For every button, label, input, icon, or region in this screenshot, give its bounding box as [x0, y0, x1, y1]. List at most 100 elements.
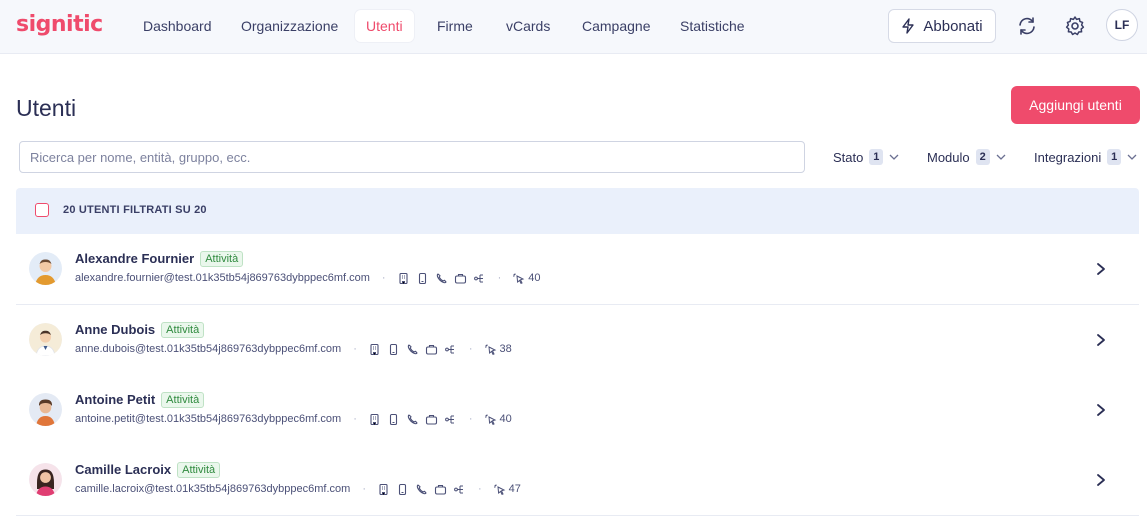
filter-stato[interactable]: Stato 1 — [833, 148, 899, 166]
users-table-header: 20 UTENTI FILTRATI SU 20 — [16, 188, 1139, 234]
briefcase-icon — [425, 414, 437, 425]
cursor-click-icon — [493, 484, 505, 495]
separator-dot: · — [468, 343, 473, 355]
filter-label: Integrazioni — [1034, 149, 1102, 165]
avatar — [29, 463, 62, 496]
separator-dot: · — [497, 272, 502, 284]
separator-dot: · — [468, 413, 473, 425]
chevron-right-icon[interactable] — [1094, 402, 1108, 418]
briefcase-icon — [454, 273, 466, 284]
click-count: 47 — [493, 483, 521, 496]
user-email: camille.lacroix@test.01k35tb54j869763dyb… — [75, 483, 351, 495]
user-row[interactable]: Antoine Petit Attività antoine.petit@test… — [16, 375, 1139, 446]
hierarchy-icon — [473, 274, 483, 282]
gear-icon — [1065, 16, 1085, 36]
user-meta: camille.lacroix@test.01k35tb54j869763dyb… — [75, 482, 521, 496]
chevron-right-icon[interactable] — [1094, 261, 1108, 277]
avatar — [29, 252, 62, 285]
hierarchy-icon — [444, 345, 454, 353]
status-badge: Attività — [200, 251, 244, 267]
briefcase-icon — [434, 484, 447, 495]
subscribe-button[interactable]: Abbonati — [888, 9, 996, 43]
filter-count-badge: 2 — [975, 149, 990, 165]
user-email: alexandre.fournier@test.01k35tb54j869763… — [75, 272, 370, 284]
subscribe-label: Abbonati — [923, 17, 983, 35]
user-name: Alexandre Fournier Attività — [75, 251, 244, 267]
nav-organizzazione[interactable]: Organizzazione — [230, 10, 349, 42]
user-meta: anne.dubois@test.01k35tb54j869763dybppec… — [75, 342, 512, 356]
filter-count-badge: 1 — [869, 149, 884, 165]
module-icons — [368, 343, 457, 356]
user-email: antoine.petit@test.01k35tb54j869763dybpp… — [75, 413, 342, 425]
signitic-logo[interactable]: signitic — [16, 12, 103, 37]
separator-dot: · — [353, 343, 357, 355]
click-count: 40 — [512, 272, 541, 285]
nav-statistiche[interactable]: Statistiche — [669, 10, 756, 42]
separator-dot: · — [353, 413, 357, 425]
refresh-icon — [1019, 17, 1035, 35]
user-row[interactable]: Camille Lacroix Attività camille.lacroix@… — [16, 445, 1139, 516]
user-name: Camille Lacroix Attività — [75, 462, 221, 478]
phone-icon — [407, 343, 418, 354]
user-avatar[interactable]: LF — [1106, 9, 1138, 41]
cursor-click-icon — [484, 344, 496, 355]
building-icon — [370, 343, 379, 355]
status-badge: Attività — [161, 322, 205, 338]
filtered-count-label: 20 UTENTI FILTRATI SU 20 — [63, 204, 207, 216]
phone-icon — [416, 483, 427, 494]
click-count: 38 — [484, 343, 512, 356]
briefcase-icon — [425, 344, 437, 355]
filter-label: Stato — [833, 149, 864, 165]
user-row[interactable]: Alexandre Fournier Attività alexandre.fou… — [16, 234, 1139, 305]
nav-firme[interactable]: Firme — [426, 10, 484, 42]
building-icon — [379, 483, 388, 495]
mobile-icon — [389, 343, 397, 355]
user-name: Antoine Petit Attività — [75, 392, 205, 408]
lightning-icon — [902, 18, 915, 34]
click-count: 40 — [484, 413, 512, 426]
user-meta: alexandre.fournier@test.01k35tb54j869763… — [75, 271, 541, 285]
hierarchy-icon — [444, 415, 454, 423]
module-icons — [397, 272, 486, 285]
add-users-button[interactable]: Aggiungi utenti — [1011, 86, 1140, 124]
user-meta: antoine.petit@test.01k35tb54j869763dybpp… — [75, 412, 512, 426]
chevron-right-icon[interactable] — [1094, 472, 1108, 488]
status-badge: Attività — [177, 462, 221, 478]
top-navbar: signitic Dashboard Organizzazione Utenti… — [0, 0, 1147, 54]
chevron-right-icon[interactable] — [1094, 332, 1108, 348]
user-name: Anne Dubois Attività — [75, 322, 205, 338]
filter-label: Modulo — [927, 149, 970, 165]
user-row[interactable]: Anne Dubois Attività anne.dubois@test.01k… — [16, 305, 1139, 376]
cursor-click-icon — [513, 273, 525, 284]
filter-modulo[interactable]: Modulo 2 — [927, 148, 1006, 166]
filter-count-badge: 1 — [1107, 149, 1122, 165]
phone-icon — [407, 413, 418, 424]
filter-integrazioni[interactable]: Integrazioni 1 — [1034, 148, 1137, 166]
mobile-icon — [398, 483, 407, 495]
select-all-checkbox[interactable] — [35, 203, 49, 217]
mobile-icon — [418, 272, 426, 284]
avatar — [29, 393, 62, 426]
module-icons — [377, 483, 466, 496]
page-title: Utenti — [16, 95, 77, 121]
avatar — [29, 323, 62, 356]
refresh-button[interactable] — [1013, 12, 1041, 40]
phone-icon — [436, 272, 447, 283]
separator-dot: · — [381, 272, 386, 284]
nav-campagne[interactable]: Campagne — [571, 10, 662, 42]
nav-dashboard[interactable]: Dashboard — [132, 10, 223, 42]
nav-vcards[interactable]: vCards — [495, 10, 561, 42]
settings-button[interactable] — [1061, 12, 1089, 40]
building-icon — [399, 272, 408, 284]
hierarchy-icon — [454, 485, 463, 493]
nav-utenti[interactable]: Utenti — [355, 10, 414, 42]
cursor-click-icon — [484, 414, 496, 425]
search-input[interactable] — [19, 141, 805, 173]
chevron-down-icon — [889, 154, 899, 160]
user-email: anne.dubois@test.01k35tb54j869763dybppec… — [75, 343, 342, 355]
chevron-down-icon — [996, 154, 1006, 160]
separator-dot: · — [478, 483, 482, 495]
separator-dot: · — [362, 483, 366, 495]
module-icons — [368, 413, 457, 426]
status-badge: Attività — [161, 392, 205, 408]
